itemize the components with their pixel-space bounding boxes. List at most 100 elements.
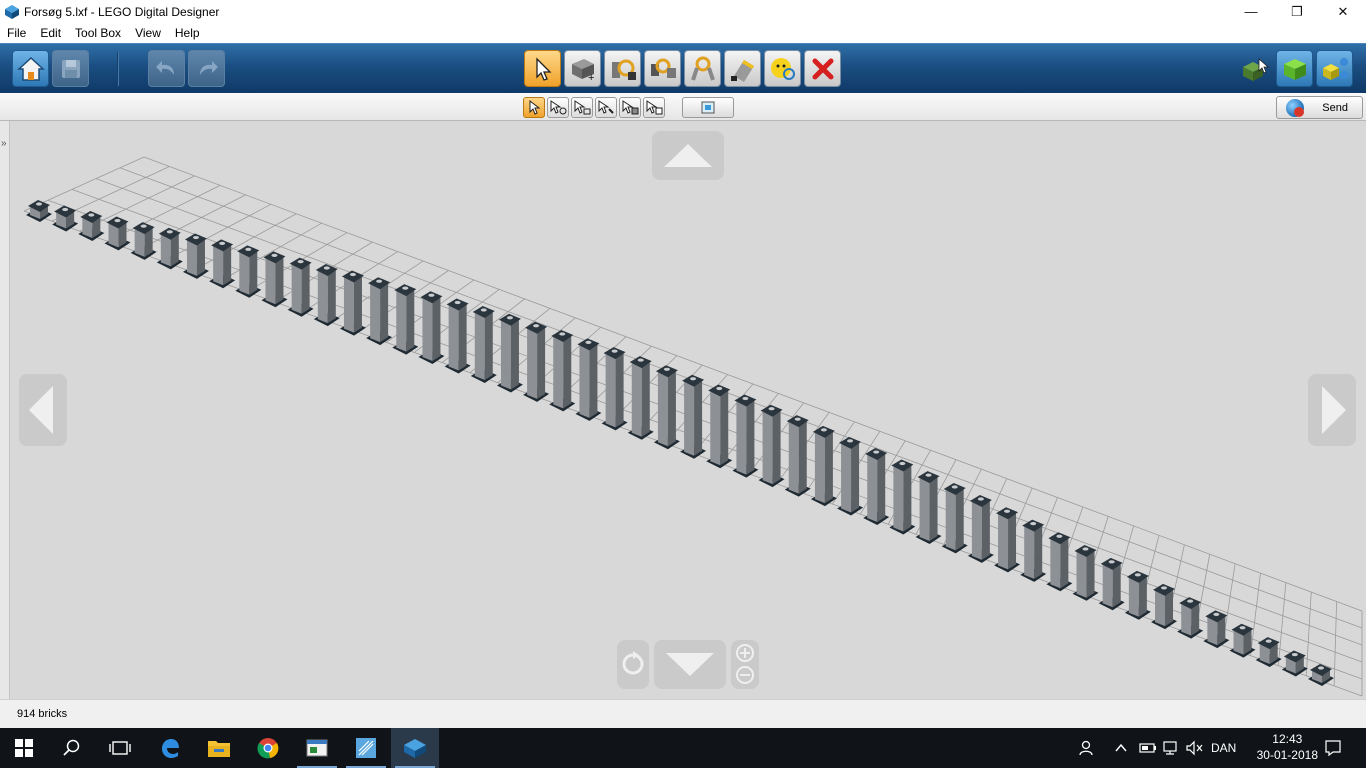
paint-tool-button[interactable] bbox=[724, 50, 761, 87]
home-button[interactable] bbox=[12, 50, 49, 87]
brick-column[interactable] bbox=[837, 436, 864, 516]
brick-column[interactable] bbox=[104, 216, 131, 251]
send-button[interactable]: Send bbox=[1276, 96, 1363, 119]
camera-down-button[interactable] bbox=[654, 640, 726, 689]
brick-column[interactable] bbox=[967, 495, 994, 563]
battery-button[interactable] bbox=[1139, 728, 1157, 768]
menu-view[interactable]: View bbox=[128, 26, 168, 40]
single-select-button[interactable] bbox=[523, 97, 545, 118]
brick-column[interactable] bbox=[313, 263, 340, 327]
reset-view-button[interactable] bbox=[617, 640, 649, 689]
brick-count: 914 bricks bbox=[17, 708, 68, 720]
undo-button[interactable] bbox=[148, 50, 185, 87]
hinge-align-tool-button[interactable] bbox=[644, 50, 681, 87]
brick-column[interactable] bbox=[1281, 650, 1308, 677]
brick-column[interactable] bbox=[182, 233, 209, 279]
brick-column[interactable] bbox=[549, 329, 576, 412]
menu-edit[interactable]: Edit bbox=[33, 26, 68, 40]
build-mode-button[interactable] bbox=[1236, 50, 1273, 87]
brick-column[interactable] bbox=[523, 321, 550, 402]
hide-tool-button[interactable] bbox=[764, 50, 801, 87]
menu-toolbox[interactable]: Tool Box bbox=[68, 26, 128, 40]
brick-column[interactable] bbox=[1177, 597, 1204, 639]
camera-left-button[interactable] bbox=[19, 374, 67, 446]
camera-right-button[interactable] bbox=[1308, 374, 1356, 446]
brick-column[interactable] bbox=[235, 245, 262, 298]
invert-select-button[interactable] bbox=[643, 97, 665, 118]
task-view-button[interactable] bbox=[96, 728, 144, 768]
start-button[interactable] bbox=[0, 728, 48, 768]
brick-column[interactable] bbox=[1098, 557, 1125, 611]
maximize-button[interactable]: ❐ bbox=[1274, 0, 1320, 23]
brick-column[interactable] bbox=[130, 222, 157, 260]
brick-column[interactable] bbox=[1020, 519, 1047, 582]
view-mode-button[interactable] bbox=[1276, 50, 1313, 87]
edge-button[interactable] bbox=[146, 728, 194, 768]
language-indicator[interactable]: DAN bbox=[1211, 728, 1236, 768]
brick-column[interactable] bbox=[680, 374, 707, 459]
brick-column[interactable] bbox=[601, 347, 628, 431]
3d-viewport[interactable] bbox=[10, 121, 1366, 699]
app-window-button[interactable] bbox=[293, 728, 341, 768]
brick-column[interactable] bbox=[339, 270, 366, 336]
file-explorer-button[interactable] bbox=[195, 728, 243, 768]
brick-column[interactable] bbox=[784, 415, 811, 497]
save-button[interactable] bbox=[52, 50, 89, 87]
action-center-button[interactable] bbox=[1324, 728, 1342, 768]
taskbar-clock[interactable]: 12:43 30-01-2018 bbox=[1257, 731, 1318, 763]
sketch-app-button[interactable] bbox=[342, 728, 390, 768]
brick-column[interactable] bbox=[287, 257, 314, 317]
brick-column[interactable] bbox=[758, 404, 785, 488]
clone-tool-button[interactable]: + bbox=[564, 50, 601, 87]
brick-column[interactable] bbox=[1072, 544, 1099, 601]
brick-column[interactable] bbox=[1229, 623, 1256, 658]
brick-column[interactable] bbox=[941, 482, 968, 554]
brick-column[interactable] bbox=[706, 384, 733, 469]
flex-tool-button[interactable] bbox=[684, 50, 721, 87]
multi-select-button[interactable] bbox=[547, 97, 569, 118]
close-button[interactable]: ✕ bbox=[1320, 0, 1366, 23]
brick-column[interactable] bbox=[1124, 570, 1151, 620]
select-connected-button[interactable] bbox=[571, 97, 593, 118]
brick-column[interactable] bbox=[810, 425, 837, 507]
brick-column[interactable] bbox=[418, 291, 445, 365]
redo-button[interactable] bbox=[188, 50, 225, 87]
menu-file[interactable]: File bbox=[0, 26, 33, 40]
brick-column[interactable] bbox=[78, 211, 105, 241]
brick-column[interactable] bbox=[1046, 532, 1073, 592]
edge-icon bbox=[162, 739, 179, 758]
hinge-tool-button[interactable] bbox=[604, 50, 641, 87]
brick-column[interactable] bbox=[863, 448, 890, 526]
brick-column[interactable] bbox=[392, 284, 419, 355]
minimize-button[interactable]: — bbox=[1228, 0, 1274, 23]
chrome-button[interactable] bbox=[244, 728, 292, 768]
grid-line bbox=[1333, 601, 1338, 686]
group-button[interactable] bbox=[682, 97, 734, 118]
camera-up-button[interactable] bbox=[652, 131, 724, 180]
brick-column[interactable] bbox=[156, 227, 183, 270]
menu-help[interactable]: Help bbox=[168, 26, 207, 40]
brick-column[interactable] bbox=[627, 356, 654, 440]
network-button[interactable] bbox=[1163, 728, 1181, 768]
brick-column[interactable] bbox=[444, 298, 471, 374]
lego-designer-taskbar-button[interactable] bbox=[391, 728, 439, 768]
select-same-color-button[interactable] bbox=[595, 97, 617, 118]
brick-column[interactable] bbox=[26, 200, 52, 222]
volume-button[interactable] bbox=[1186, 728, 1204, 768]
show-hidden-icons-button[interactable] bbox=[1114, 728, 1128, 768]
brick-column[interactable] bbox=[209, 239, 236, 289]
search-button[interactable] bbox=[48, 728, 96, 768]
building-guide-button[interactable] bbox=[1316, 50, 1353, 87]
brick-column[interactable] bbox=[994, 507, 1021, 573]
zoom-controls[interactable] bbox=[731, 640, 759, 689]
brick-column[interactable] bbox=[1151, 583, 1178, 630]
people-button[interactable] bbox=[1078, 728, 1096, 768]
brick-column[interactable] bbox=[732, 394, 759, 478]
brick-column[interactable] bbox=[470, 306, 497, 383]
select-tool-button[interactable] bbox=[524, 50, 561, 87]
brick-column[interactable] bbox=[653, 365, 680, 450]
brick-column[interactable] bbox=[366, 277, 393, 346]
delete-tool-button[interactable] bbox=[804, 50, 841, 87]
side-panel-toggle[interactable]: » bbox=[0, 121, 10, 699]
select-same-brick-button[interactable] bbox=[619, 97, 641, 118]
